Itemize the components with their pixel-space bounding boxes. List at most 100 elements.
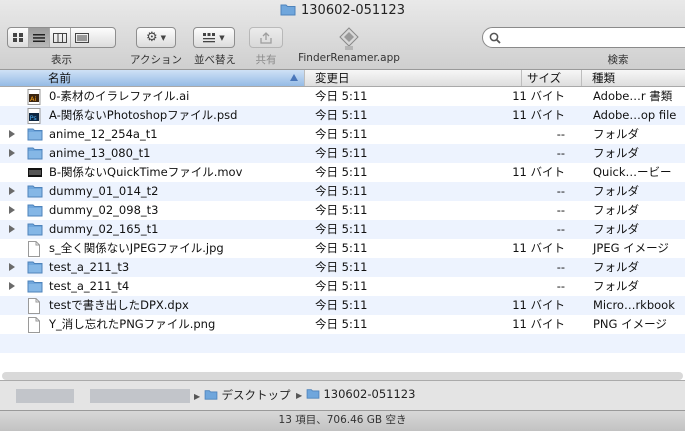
photoshop-file-icon: Ps — [27, 108, 43, 124]
path-item-label: デスクトップ — [221, 388, 291, 402]
path-item-current[interactable]: ▶ 130602-051123 — [296, 387, 415, 401]
file-kind: フォルダ — [593, 146, 639, 160]
empty-row — [0, 334, 685, 353]
file-row[interactable]: testで書き出したDPX.dpx 今日 5:11 11 バイト Micro…rkbo… — [0, 296, 685, 315]
file-date: 今日 5:11 — [315, 298, 368, 312]
column-date[interactable]: 変更日 — [305, 70, 522, 86]
icon-view-button[interactable] — [8, 28, 29, 47]
file-name: dummy_01_014_t2 — [49, 184, 159, 198]
disclosure-triangle-icon[interactable] — [9, 187, 15, 195]
column-view-button[interactable] — [50, 28, 71, 47]
view-mode-selector[interactable] — [7, 27, 116, 48]
arrange-button[interactable]: ▼ — [193, 27, 235, 48]
app-label: FinderRenamer.app — [298, 52, 400, 64]
file-kind: Adobe…r 書類 — [593, 89, 673, 103]
search-label: 検索 — [607, 54, 629, 66]
folder-icon — [27, 127, 43, 142]
disclosure-triangle-icon[interactable] — [9, 149, 15, 157]
disclosure-triangle-icon[interactable] — [9, 282, 15, 290]
file-kind: JPEG イメージ — [593, 241, 669, 255]
file-size: 11 バイト — [512, 89, 565, 103]
toolbar: 130602-051123 表示 ⚙ ▼ アクション ▼ 並べ替え 共有 Fin… — [0, 0, 685, 70]
file-name: A-関係ないPhotoshopファイル.psd — [49, 108, 238, 122]
action-label: アクション — [130, 54, 182, 66]
file-row[interactable]: B-関係ないQuickTimeファイル.mov 今日 5:11 11 バイト Quic… — [0, 163, 685, 182]
file-kind: Quick…ービー — [593, 165, 672, 179]
app-icon[interactable] — [335, 26, 363, 52]
file-size: 11 バイト — [512, 241, 565, 255]
file-name: testで書き出したDPX.dpx — [49, 298, 189, 312]
file-date: 今日 5:11 — [315, 184, 368, 198]
file-size: -- — [556, 127, 565, 141]
folder-icon — [306, 389, 320, 399]
file-row[interactable]: anime_13_080_t1 今日 5:11 -- フォルダ — [0, 144, 685, 163]
column-kind-label: 種類 — [592, 71, 615, 85]
status-text: 13 項目、706.46 GB 空き — [278, 414, 407, 426]
window-title-text: 130602-051123 — [301, 3, 405, 18]
arrange-label: 並べ替え — [194, 54, 236, 66]
document-icon — [27, 298, 43, 314]
movie-file-icon — [27, 165, 43, 180]
disclosure-triangle-icon[interactable] — [9, 206, 15, 214]
file-row[interactable]: Y_消し忘れたPNGファイル.png 今日 5:11 11 バイト PNG イメージ — [0, 315, 685, 334]
chevron-right-icon: ▶ — [296, 391, 303, 400]
folder-icon — [204, 390, 218, 400]
sort-ascending-icon — [290, 74, 298, 81]
file-row[interactable]: dummy_02_165_t1 今日 5:11 -- フォルダ — [0, 220, 685, 239]
column-size[interactable]: サイズ — [522, 70, 582, 86]
file-row[interactable]: anime_12_254a_t1 今日 5:11 -- フォルダ — [0, 125, 685, 144]
horizontal-scrollbar[interactable] — [2, 372, 683, 380]
column-name[interactable]: 名前 — [0, 70, 305, 86]
file-name: anime_13_080_t1 — [49, 146, 151, 160]
file-size: -- — [556, 184, 565, 198]
file-row[interactable]: Ai 0-素材のイラレファイル.ai 今日 5:11 11 バイト Adobe…r 書類 — [0, 87, 685, 106]
share-icon — [260, 31, 272, 44]
search-input[interactable] — [503, 30, 683, 46]
file-name: dummy_02_165_t1 — [49, 222, 159, 236]
file-kind: PNG イメージ — [593, 317, 667, 331]
share-label: 共有 — [255, 54, 277, 66]
file-date: 今日 5:11 — [315, 203, 368, 217]
view-label: 表示 — [51, 54, 72, 66]
disclosure-triangle-icon[interactable] — [9, 225, 15, 233]
folder-icon — [27, 279, 43, 294]
column-date-label: 変更日 — [315, 71, 350, 85]
column-name-label: 名前 — [48, 71, 71, 85]
column-kind[interactable]: 種類 — [582, 70, 685, 86]
file-row[interactable]: test_a_211_t3 今日 5:11 -- フォルダ — [0, 258, 685, 277]
file-kind: フォルダ — [593, 203, 639, 217]
file-name: dummy_02_098_t3 — [49, 203, 159, 217]
file-row[interactable]: test_a_211_t4 今日 5:11 -- フォルダ — [0, 277, 685, 296]
folder-icon — [27, 146, 43, 161]
redacted-path-segment — [16, 389, 74, 403]
list-view-button[interactable] — [29, 28, 50, 47]
file-row[interactable]: dummy_01_014_t2 今日 5:11 -- フォルダ — [0, 182, 685, 201]
file-row[interactable]: Ps A-関係ないPhotoshopファイル.psd 今日 5:11 11 バイト Ad… — [0, 106, 685, 125]
folder-icon — [280, 4, 296, 16]
file-row[interactable]: s_全く関係ないJPEGファイル.jpg 今日 5:11 11 バイト JPEG イメ… — [0, 239, 685, 258]
file-date: 今日 5:11 — [315, 127, 368, 141]
file-date: 今日 5:11 — [315, 317, 368, 331]
path-item-desktop[interactable]: ▶ デスクトップ — [194, 387, 290, 403]
coverflow-view-button[interactable] — [71, 28, 92, 47]
action-button[interactable]: ⚙ ▼ — [136, 27, 176, 48]
file-kind: フォルダ — [593, 184, 639, 198]
path-bar: ▶ デスクトップ ▶ 130602-051123 — [0, 380, 685, 410]
file-size: -- — [556, 279, 565, 293]
file-name: s_全く関係ないJPEGファイル.jpg — [49, 241, 224, 255]
redacted-path-segment — [90, 389, 190, 403]
file-row[interactable]: dummy_02_098_t3 今日 5:11 -- フォルダ — [0, 201, 685, 220]
file-name: 0-素材のイラレファイル.ai — [49, 89, 190, 103]
grid-icon — [13, 33, 23, 42]
disclosure-triangle-icon[interactable] — [9, 263, 15, 271]
path-item-label: 130602-051123 — [323, 387, 416, 401]
file-name: B-関係ないQuickTimeファイル.mov — [49, 165, 243, 179]
file-size: 11 バイト — [512, 298, 565, 312]
share-button[interactable] — [249, 27, 283, 48]
file-kind: Micro…rkbook — [593, 298, 675, 312]
list-icon — [33, 33, 45, 42]
disclosure-triangle-icon[interactable] — [9, 130, 15, 138]
file-size: 11 バイト — [512, 317, 565, 331]
file-size: -- — [556, 260, 565, 274]
search-field[interactable] — [482, 27, 685, 48]
